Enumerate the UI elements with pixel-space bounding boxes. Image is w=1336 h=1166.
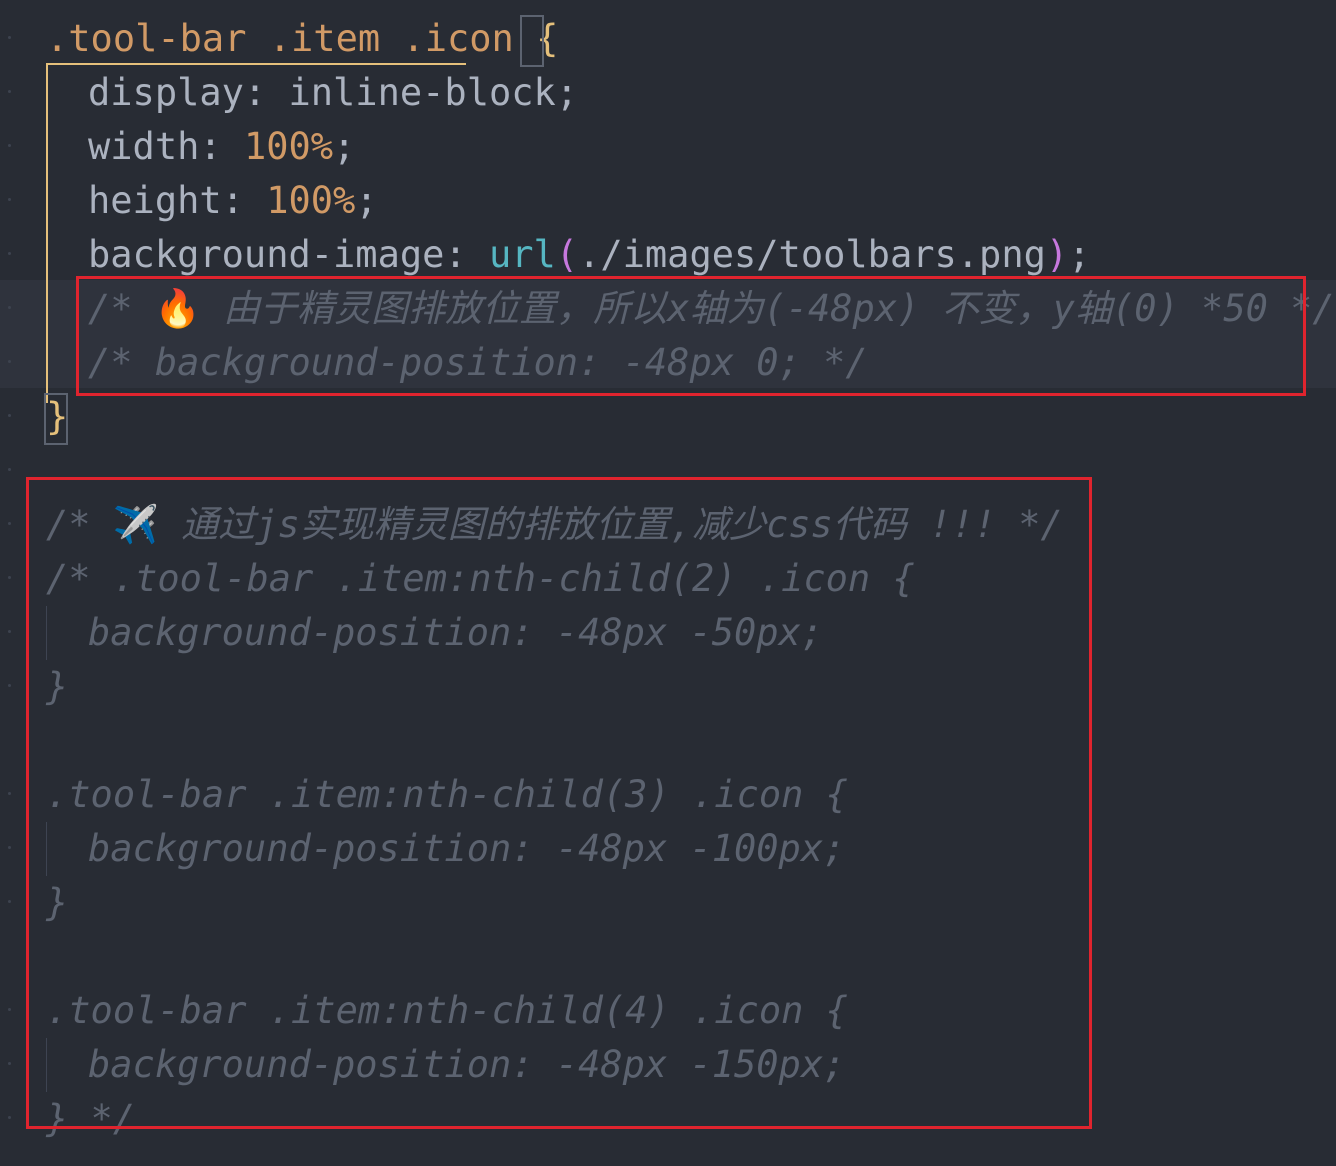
gutter-dot — [8, 144, 11, 147]
gutter-dot — [8, 846, 11, 849]
bracket-guide-vertical — [46, 63, 48, 403]
gutter-dot — [8, 630, 11, 633]
semicolon: ; — [355, 179, 378, 222]
gutter-dot — [8, 36, 11, 39]
url-argument: ./images/toolbars.png — [578, 233, 1046, 276]
gutter-dot — [8, 1116, 11, 1119]
paren-open: ( — [555, 233, 579, 276]
gutter-dot — [8, 1008, 11, 1011]
paren-close: ) — [1045, 233, 1069, 276]
annotation-box-top — [76, 276, 1306, 396]
css-property: width: — [88, 125, 244, 168]
code-line-3[interactable]: width: 100%; — [0, 120, 1336, 174]
code-editor[interactable]: .tool-bar .item .icon { display: inline-… — [0, 0, 1336, 1166]
code-line-8[interactable]: } — [0, 390, 1336, 444]
gutter-dot — [8, 90, 11, 93]
gutter-dot — [8, 522, 11, 525]
css-function: url — [488, 233, 556, 276]
css-value: inline-block; — [288, 71, 579, 114]
semicolon: ; — [333, 125, 356, 168]
gutter-dot — [8, 414, 11, 417]
css-number: 100% — [243, 125, 334, 168]
semicolon: ; — [1068, 233, 1091, 276]
gutter-dot — [8, 306, 11, 309]
css-number: 100% — [266, 179, 356, 222]
code-line-1[interactable]: .tool-bar .item .icon { — [0, 12, 1336, 66]
gutter-dot — [8, 1062, 11, 1065]
bracket-guide-top — [46, 63, 466, 65]
gutter-dot — [8, 900, 11, 903]
gutter-dot — [8, 468, 11, 471]
gutter-dot — [8, 792, 11, 795]
gutter-dot — [8, 198, 11, 201]
css-property: background-image: — [88, 233, 489, 276]
gutter-dot — [8, 684, 11, 687]
code-line-2[interactable]: display: inline-block; — [0, 66, 1336, 120]
code-line-4[interactable]: height: 100%; — [0, 174, 1336, 228]
gutter-dot — [8, 576, 11, 579]
annotation-box-bottom — [26, 477, 1092, 1129]
matched-close-brace-box — [44, 393, 68, 445]
css-selector: .tool-bar .item .icon — [46, 17, 537, 60]
code-line-5[interactable]: background-image: url(./images/toolbars.… — [0, 228, 1336, 282]
css-property: height: — [88, 179, 267, 222]
matched-open-brace-box — [520, 15, 544, 67]
gutter-dot — [8, 252, 11, 255]
css-property: display: — [88, 71, 289, 114]
gutter-dot — [8, 360, 11, 363]
